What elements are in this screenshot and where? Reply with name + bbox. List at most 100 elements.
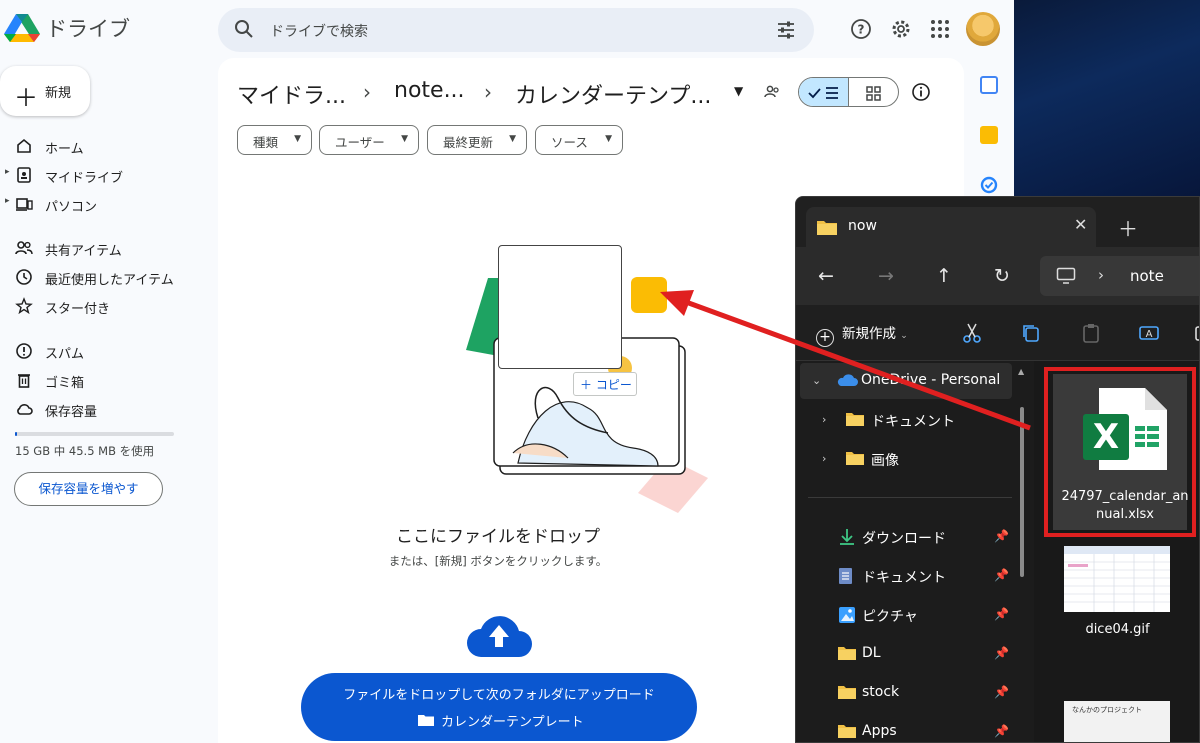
new-tab-icon[interactable]: ＋ xyxy=(1118,213,1138,242)
help-icon[interactable]: ? xyxy=(850,18,872,40)
view-toggle[interactable] xyxy=(798,77,899,107)
settings-gear-icon[interactable] xyxy=(890,18,912,40)
drag-preview-card xyxy=(498,245,622,369)
dropdown-arrow-icon: ▼ xyxy=(294,134,301,144)
search-options-icon[interactable] xyxy=(776,20,796,40)
file-item-xlsx[interactable]: X 24797_calendar_annual.xlsx xyxy=(1053,374,1189,530)
apps-grid-icon[interactable] xyxy=(929,18,951,40)
drive-logo-icon[interactable] xyxy=(4,12,40,44)
tree-item-documents[interactable]: › ドキュメント xyxy=(796,402,1028,438)
file-thumbnail-gif[interactable] xyxy=(1064,546,1170,612)
pin-icon[interactable]: 📌 xyxy=(994,685,1009,699)
pin-icon[interactable]: 📌 xyxy=(994,568,1009,582)
tree-item-dl[interactable]: DL 📌 xyxy=(796,636,1028,672)
tasks-icon[interactable] xyxy=(980,176,998,194)
paste-icon[interactable] xyxy=(1080,322,1102,344)
nav-item-computers[interactable]: ▸ パソコン xyxy=(0,191,210,217)
address-field[interactable]: › note xyxy=(1040,256,1199,296)
tree-label: 画像 xyxy=(871,453,899,469)
info-icon[interactable] xyxy=(911,82,931,102)
nav-item-spam[interactable]: スパム xyxy=(0,338,210,364)
nav-item-trash[interactable]: ゴミ箱 xyxy=(0,367,210,393)
search-input[interactable]: ドライブで検索 xyxy=(270,21,368,41)
file-list-pane: X 24797_calendar_annual.xlsx dice04.gif … xyxy=(1034,361,1199,742)
my-drive-icon xyxy=(17,167,31,183)
forward-arrow-icon[interactable]: → xyxy=(878,265,894,287)
chip-label: ソース xyxy=(551,135,588,150)
share-icon[interactable] xyxy=(1194,322,1200,344)
excel-file-icon: X xyxy=(1083,388,1167,470)
pin-icon[interactable]: 📌 xyxy=(994,529,1009,543)
pin-icon[interactable]: 📌 xyxy=(994,646,1009,660)
expand-caret-icon[interactable]: ▸ xyxy=(5,196,10,206)
get-more-storage-button[interactable]: 保存容量を増やす xyxy=(14,472,163,506)
tree-scrollbar[interactable] xyxy=(1020,407,1024,577)
svg-text:A: A xyxy=(1146,329,1153,340)
folder-icon xyxy=(838,647,856,660)
upload-to-folder-banner[interactable]: ファイルをドロップして次のフォルダにアップロード カレンダーテンプレート xyxy=(301,673,697,741)
filter-modified-chip[interactable]: 最終更新 ▼ xyxy=(427,125,527,155)
nav-item-storage[interactable]: 保存容量 xyxy=(0,396,210,422)
keep-icon[interactable] xyxy=(980,126,998,144)
account-avatar[interactable] xyxy=(966,12,1000,46)
cut-scissors-icon[interactable] xyxy=(961,322,983,344)
chip-label: ユーザー xyxy=(335,135,385,150)
expand-caret-icon[interactable]: ▸ xyxy=(5,167,10,177)
svg-text:X: X xyxy=(1093,417,1119,457)
upload-banner-text: ファイルをドロップして次のフォルダにアップロード xyxy=(343,688,655,703)
spam-icon xyxy=(16,343,32,359)
tree-item-onedrive[interactable]: ⌄ OneDrive - Personal xyxy=(800,363,1012,399)
spreadsheet-thumbnail-icon xyxy=(1064,546,1170,612)
collapse-chevron-icon[interactable]: ⌄ xyxy=(812,374,821,387)
tree-item-documents-quick[interactable]: ドキュメント 📌 xyxy=(796,558,1028,594)
pin-icon[interactable]: 📌 xyxy=(994,607,1009,621)
back-arrow-icon[interactable]: ← xyxy=(818,265,834,287)
breadcrumb-item[interactable]: note... xyxy=(394,78,465,103)
scroll-up-arrow-icon[interactable]: ▲ xyxy=(1018,367,1024,376)
up-arrow-icon[interactable]: ↑ xyxy=(936,265,952,287)
tree-item-pictures-quick[interactable]: ピクチャ 📌 xyxy=(796,597,1028,633)
expand-chevron-icon[interactable]: › xyxy=(822,413,826,426)
refresh-icon[interactable]: ↻ xyxy=(994,265,1010,287)
folder-menu-dropdown-icon[interactable]: ▼ xyxy=(734,84,743,98)
nav-item-my-drive[interactable]: ▸ マイドライブ xyxy=(0,162,210,188)
list-view-button[interactable] xyxy=(799,78,849,106)
breadcrumb-current[interactable]: カレンダーテンプ... xyxy=(515,78,711,110)
tree-item-apps[interactable]: Apps 📌 xyxy=(796,714,1028,742)
new-button[interactable]: ＋ 新規 xyxy=(0,66,90,116)
nav-item-home[interactable]: ホーム xyxy=(0,133,210,159)
tree-item-stock[interactable]: stock 📌 xyxy=(796,675,1028,711)
nav-item-starred[interactable]: スター付き xyxy=(0,293,210,319)
tree-item-downloads[interactable]: ダウンロード 📌 xyxy=(796,519,1028,555)
filter-people-chip[interactable]: ユーザー ▼ xyxy=(319,125,419,155)
tree-item-pictures[interactable]: › 画像 xyxy=(796,441,1028,477)
close-tab-icon[interactable]: ✕ xyxy=(1074,215,1087,234)
nav-label: 共有アイテム xyxy=(45,244,122,259)
list-view-check-icon xyxy=(808,87,838,99)
explorer-tab[interactable]: now ✕ xyxy=(806,207,1096,247)
nav-item-recent[interactable]: 最近使用したアイテム xyxy=(0,264,210,290)
nav-label: マイドライブ xyxy=(45,171,124,186)
new-create-label: 新規作成 xyxy=(842,326,896,342)
file-thumbnail-project[interactable]: なんかのプロジェクト xyxy=(1064,701,1170,742)
share-people-icon[interactable] xyxy=(763,83,781,101)
filter-type-chip[interactable]: 種類 ▼ xyxy=(237,125,312,155)
breadcrumb-item[interactable]: マイドラ... xyxy=(237,78,346,110)
drop-subtitle: または、[新規] ボタンをクリックします。 xyxy=(388,554,608,568)
copy-badge-label: コピー xyxy=(595,378,632,392)
calendar-icon[interactable] xyxy=(980,76,998,94)
new-create-button[interactable]: + 新規作成 ⌄ xyxy=(816,322,908,347)
download-icon xyxy=(840,529,854,545)
expand-chevron-icon[interactable]: › xyxy=(822,452,826,465)
home-icon xyxy=(17,138,31,153)
search-icon[interactable] xyxy=(234,19,254,39)
pin-icon[interactable]: 📌 xyxy=(994,724,1009,738)
folder-icon xyxy=(418,715,434,726)
copy-icon[interactable] xyxy=(1020,322,1042,344)
grid-view-button[interactable] xyxy=(850,78,898,106)
search-bar[interactable]: ドライブで検索 xyxy=(218,8,814,52)
filter-source-chip[interactable]: ソース ▼ xyxy=(535,125,623,155)
nav-item-shared[interactable]: 共有アイテム xyxy=(0,235,210,261)
rename-icon[interactable]: A xyxy=(1138,322,1160,344)
svg-text:?: ? xyxy=(858,23,865,37)
